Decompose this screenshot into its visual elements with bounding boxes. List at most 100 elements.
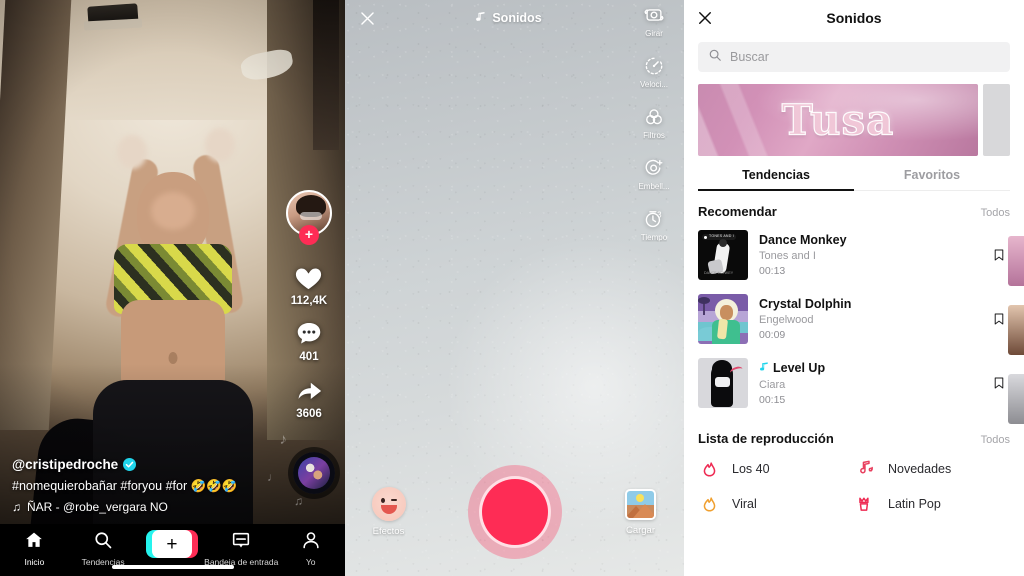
bookmark-icon[interactable] [988, 310, 1010, 328]
comment-button[interactable]: 401 [294, 319, 324, 363]
sound-name: Crystal Dolphin [759, 297, 852, 311]
peek-thumbnail[interactable] [1008, 374, 1024, 424]
sound-meta: Level Up Ciara 00:15 [759, 361, 977, 406]
sounds-header: Sonidos [684, 0, 1024, 36]
share-button[interactable]: 3606 [294, 375, 325, 420]
author-handle[interactable]: @cristipedroche [12, 457, 118, 472]
camera-panel: Sonidos Girar Veloci... Filtros Embell..… [345, 0, 684, 576]
caption-text: #nomequierobañar #foryou #for 🤣🤣🤣 [12, 479, 238, 494]
home-indicator [111, 565, 234, 569]
music-note-decoration-2: ♫ [294, 494, 303, 508]
create-plus-glyph: + [151, 530, 192, 558]
search-input[interactable]: Buscar [698, 42, 1010, 72]
playlist-label: Los 40 [732, 461, 770, 476]
tab-favoritos[interactable]: Favoritos [854, 168, 1010, 190]
author-avatar-button[interactable]: + [286, 190, 332, 245]
tab-bandeja[interactable]: Bandeja de entrada [204, 530, 278, 567]
camera-tool-label-filtros: Filtros [643, 131, 665, 140]
sound-duration: 00:15 [759, 393, 786, 406]
tab-label-inicio: Inicio [24, 557, 45, 567]
camera-tool-embellecer[interactable]: Embell... [628, 157, 680, 191]
tab-tendencias[interactable]: Tendencias [69, 530, 138, 567]
album-disc-button[interactable] [293, 452, 335, 494]
sounds-title: Sonidos [826, 10, 882, 26]
camera-sounds-button[interactable]: Sonidos [389, 11, 628, 26]
list-item[interactable]: Level Up Ciara 00:15 [684, 351, 1024, 415]
playlist-item-latinpop[interactable]: Latin Pop [854, 493, 1010, 514]
sound-artist: Ciara [759, 378, 786, 391]
flip-camera-icon [643, 4, 665, 26]
gallery-image-icon [625, 488, 656, 520]
record-button[interactable] [467, 465, 562, 559]
banner-carousel: Tusa [698, 84, 1010, 156]
bookmark-icon[interactable] [988, 374, 1010, 392]
heart-icon [293, 262, 324, 293]
camera-tool-tiempo[interactable]: 3 Tiempo [628, 208, 680, 242]
effects-label: Efectos [372, 526, 405, 537]
profile-icon [301, 530, 321, 555]
camera-tool-girar[interactable]: Girar [628, 4, 680, 38]
list-item[interactable]: Crystal Dolphin Engelwood 00:09 [684, 287, 1024, 351]
music-notes-icon [475, 11, 487, 26]
sound-thumbnail: DANCE MONKEY [698, 230, 748, 280]
peek-thumbnail[interactable] [1008, 236, 1024, 286]
search-icon [708, 48, 722, 67]
tab-create[interactable]: + [138, 530, 207, 558]
caption-block: @cristipedroche #nomequierobañar #foryou… [12, 457, 262, 514]
filters-circles-icon [643, 106, 665, 128]
banner-tusa[interactable]: Tusa [698, 84, 978, 156]
sound-name-row: Level Up [759, 361, 977, 376]
action-rail: + 112,4K 401 3606 [279, 190, 339, 420]
tab-yo[interactable]: Yo [276, 530, 345, 567]
search-icon [93, 530, 113, 555]
list-item[interactable]: DANCE MONKEY Dance Monkey Tones and I 00… [684, 223, 1024, 287]
three-panel-screenshot: + 112,4K 401 3606 ♪ ♫ ♩ @cristipedroche … [0, 0, 1024, 576]
playlist-item-los40[interactable]: Los 40 [698, 458, 854, 479]
playlist-item-viral[interactable]: Viral [698, 493, 854, 514]
sounds-close-button[interactable] [696, 9, 722, 27]
camera-close-button[interactable] [345, 9, 389, 28]
peek-thumbnail[interactable] [1008, 305, 1024, 355]
recommend-see-all[interactable]: Todos [981, 207, 1010, 219]
home-icon [24, 530, 44, 555]
follow-plus-badge[interactable]: + [299, 225, 319, 245]
like-button[interactable]: 112,4K [291, 262, 327, 307]
camera-tool-label-velocidad: Veloci... [639, 80, 668, 89]
upload-button[interactable]: Cargar [608, 488, 674, 536]
camera-title-text: Sonidos [492, 11, 542, 25]
banner-next-peek[interactable] [983, 84, 1010, 156]
playlist-title: Lista de reproducción [698, 431, 834, 446]
author-row[interactable]: @cristipedroche [12, 457, 262, 472]
tab-tendencias[interactable]: Tendencias [698, 168, 854, 190]
sound-thumbnail [698, 294, 748, 344]
verified-check-icon [123, 458, 137, 472]
beautify-icon [643, 157, 665, 179]
sound-artist: Engelwood [759, 314, 814, 326]
camera-tool-filtros[interactable]: Filtros [628, 106, 680, 140]
music-ticker-row[interactable]: ♫ ÑAR - @robe_vergara NO [12, 500, 262, 514]
tab-inicio[interactable]: Inicio [0, 530, 69, 567]
peek-column [1008, 236, 1024, 424]
playlist-item-novedades[interactable]: Novedades [854, 458, 1010, 479]
crown-cup-icon [854, 493, 876, 514]
sounds-panel: Sonidos Buscar Tusa Tendencias Favoritos… [684, 0, 1024, 576]
camera-tool-rail: Girar Veloci... Filtros Embell... 3 Tiem… [628, 4, 680, 242]
create-plus-icon[interactable]: + [145, 530, 198, 558]
effects-button[interactable]: Efectos [356, 487, 422, 537]
playlist-label: Latin Pop [888, 496, 941, 511]
tiktok-note-icon [759, 361, 770, 376]
playlist-see-all[interactable]: Todos [981, 434, 1010, 446]
playlist-label: Novedades [888, 461, 952, 476]
camera-tool-velocidad[interactable]: Veloci... [628, 55, 680, 89]
camera-bottom-controls: Efectos Cargar [345, 462, 684, 562]
music-note-decoration-3: ♩ [267, 470, 279, 484]
sound-duration: 00:13 [759, 265, 786, 277]
playlist-grid: Los 40 Novedades Viral Latin Pop [698, 458, 1010, 514]
sound-duration: 00:09 [759, 329, 786, 341]
music-ticker-text: ÑAR - @robe_vergara NO [27, 500, 168, 514]
sound-list: DANCE MONKEY Dance Monkey Tones and I 00… [684, 223, 1024, 415]
sound-name: Dance Monkey [759, 233, 847, 247]
bookmark-icon[interactable] [988, 246, 1010, 264]
sound-artist: Tones and I [759, 250, 816, 262]
recommend-section-header: Recomendar Todos [698, 204, 1010, 219]
